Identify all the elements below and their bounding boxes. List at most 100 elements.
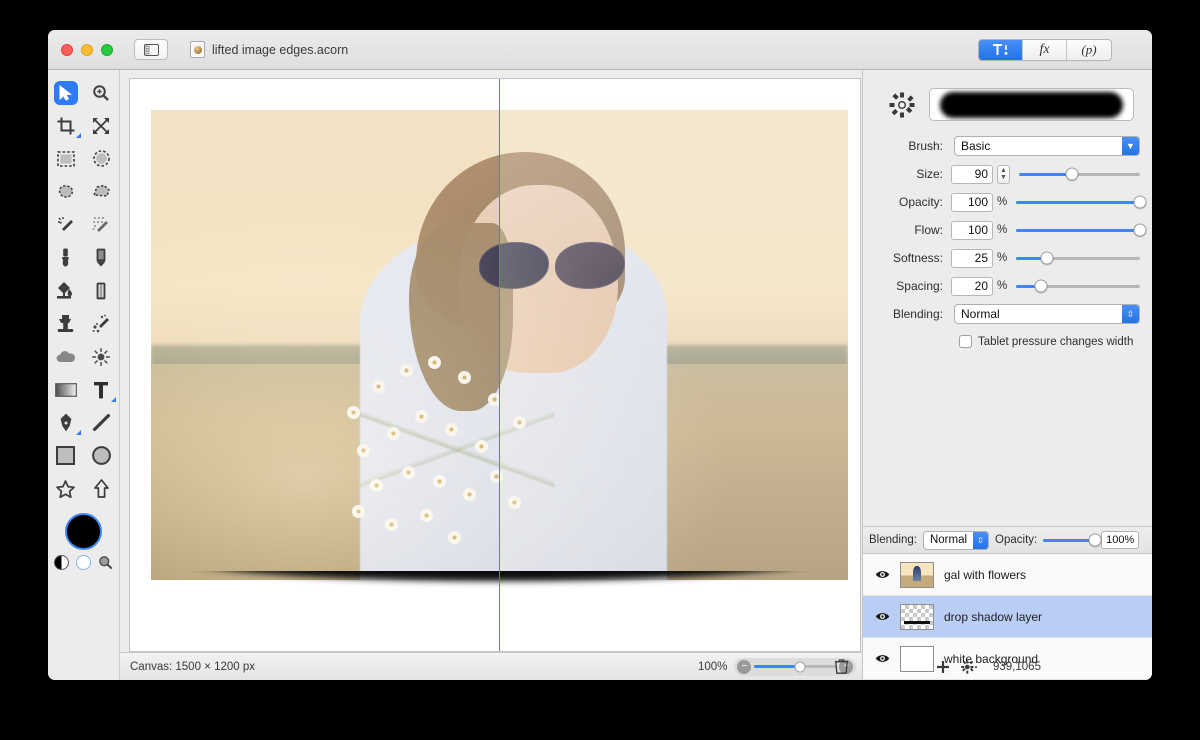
clone-stamp-tool[interactable] xyxy=(48,307,84,340)
star-tool[interactable] xyxy=(48,472,84,505)
flow-unit: % xyxy=(997,224,1008,236)
brush-settings-gear-icon[interactable] xyxy=(889,92,915,118)
status-bar: Canvas: 1500 × 1200 px 100% − + 939,1065 xyxy=(120,652,1041,680)
ellipse-tool[interactable] xyxy=(84,439,120,472)
pen-nib-icon xyxy=(60,413,72,432)
tablet-pressure-checkbox[interactable] xyxy=(959,335,972,348)
document-chip[interactable]: lifted image edges.acorn xyxy=(190,41,348,58)
blending-value: Normal xyxy=(961,307,1000,321)
brush-preview-row xyxy=(863,70,1152,133)
gradient-tool[interactable] xyxy=(48,373,84,406)
rectangle-tool[interactable] xyxy=(48,439,84,472)
brush-preview[interactable] xyxy=(929,88,1134,121)
softness-row: Softness: 25 % xyxy=(863,245,1152,271)
blending-select[interactable]: Normal ⇳ xyxy=(954,304,1140,324)
instant-alpha-tool[interactable] xyxy=(84,208,120,241)
arrow-shape-icon xyxy=(93,479,109,498)
size-stepper[interactable]: ▲ ▼ xyxy=(997,164,1010,184)
flow-label: Flow: xyxy=(914,223,943,237)
zoom-button[interactable] xyxy=(101,43,113,56)
eraser-tool[interactable] xyxy=(84,274,120,307)
blur-tool[interactable] xyxy=(48,340,84,373)
layer-opacity-slider[interactable] xyxy=(1043,533,1102,547)
gradient-icon xyxy=(54,382,77,397)
trash-icon[interactable] xyxy=(835,659,848,674)
tablet-pressure-row[interactable]: Tablet pressure changes width xyxy=(863,335,1152,348)
document-icon xyxy=(190,41,205,58)
paint-bucket-tool[interactable] xyxy=(48,274,84,307)
add-layer-icon[interactable] xyxy=(936,660,950,674)
softness-input[interactable]: 25 xyxy=(951,248,993,268)
polygon-lasso-icon xyxy=(93,184,111,197)
smudge-icon xyxy=(92,314,109,333)
vertical-guide[interactable] xyxy=(499,79,501,651)
size-slider[interactable] xyxy=(1019,167,1140,181)
opacity-slider[interactable] xyxy=(1016,195,1147,209)
tab-effects[interactable]: fx xyxy=(1023,40,1067,60)
layer-blending-select[interactable]: Normal ⇳ xyxy=(922,530,990,550)
line-tool[interactable] xyxy=(84,406,120,439)
brush-value: Basic xyxy=(961,139,991,153)
opacity-input[interactable]: 100 xyxy=(951,192,993,212)
background-color-swatch[interactable] xyxy=(76,555,91,570)
spacing-slider[interactable] xyxy=(1016,279,1140,293)
rectangular-select-tool[interactable] xyxy=(48,142,84,175)
brush-tool[interactable] xyxy=(48,241,84,274)
flow-input[interactable]: 100 xyxy=(951,220,993,240)
swap-colors-icon[interactable] xyxy=(54,555,69,570)
smudge-tool[interactable] xyxy=(84,307,120,340)
arrow-tool[interactable] xyxy=(84,472,120,505)
pencil-tool[interactable] xyxy=(84,241,120,274)
elliptical-select-tool[interactable] xyxy=(84,142,120,175)
color-picker-magnifier-icon[interactable] xyxy=(98,555,113,570)
flow-row: Flow: 100 % xyxy=(863,217,1152,243)
polygon-lasso-tool[interactable] xyxy=(84,175,120,208)
bezier-pen-tool[interactable] xyxy=(48,406,84,439)
rect-marquee-icon xyxy=(56,150,75,167)
foreground-color-swatch[interactable] xyxy=(65,513,102,550)
crop-tool[interactable] xyxy=(48,109,84,142)
spacing-label: Spacing: xyxy=(896,279,943,293)
document-canvas[interactable] xyxy=(129,78,861,652)
opacity-row: Opacity: 100 % xyxy=(863,189,1152,215)
eye-icon[interactable] xyxy=(875,569,890,580)
zoom-tool[interactable] xyxy=(84,76,120,109)
move-tool[interactable] xyxy=(48,76,84,109)
softness-slider[interactable] xyxy=(1016,251,1140,265)
sidebar-icon xyxy=(143,43,159,56)
layer-row-drop-shadow-layer[interactable]: drop shadow layer xyxy=(863,596,1152,638)
sidebar-toggle-button[interactable] xyxy=(134,39,168,60)
brush-select[interactable]: Basic ▼ xyxy=(954,136,1140,156)
traffic-lights xyxy=(61,43,113,56)
close-button[interactable] xyxy=(61,43,73,56)
layer-row-gal-with-flowers[interactable]: gal with flowers xyxy=(863,554,1152,596)
size-label: Size: xyxy=(916,167,943,181)
layer-thumbnail xyxy=(900,561,934,588)
inspector-tab-bar: fx (p) xyxy=(978,39,1112,61)
eye-icon[interactable] xyxy=(875,653,890,664)
tab-tool-options[interactable] xyxy=(979,40,1023,60)
transform-arrows-icon xyxy=(93,117,110,134)
eye-icon[interactable] xyxy=(875,611,890,622)
tab-presets[interactable]: (p) xyxy=(1067,40,1111,60)
line-icon xyxy=(92,414,110,431)
spacing-input[interactable]: 20 xyxy=(951,276,993,296)
paintbrush-icon xyxy=(62,248,70,267)
softness-unit: % xyxy=(997,252,1008,264)
text-tool[interactable] xyxy=(84,373,120,406)
magic-wand-tool[interactable] xyxy=(48,208,84,241)
layer-thumbnail xyxy=(900,603,934,630)
clone-stamp-icon xyxy=(58,315,74,332)
layer-opacity-value[interactable]: 100% xyxy=(1101,531,1140,549)
gear-dropdown-icon[interactable] xyxy=(961,659,978,674)
transform-tool[interactable] xyxy=(84,109,120,142)
ellipse-shape-icon xyxy=(91,446,111,465)
size-input[interactable]: 90 xyxy=(951,164,993,184)
minimize-button[interactable] xyxy=(81,43,93,56)
flow-slider[interactable] xyxy=(1016,223,1147,237)
zoom-out-button[interactable]: − xyxy=(737,659,752,674)
tab-effects-label: fx xyxy=(1039,42,1050,57)
title-bar: lifted image edges.acorn fx (p) xyxy=(48,30,1152,70)
dodge-tool[interactable] xyxy=(84,340,120,373)
lasso-tool[interactable] xyxy=(48,175,84,208)
